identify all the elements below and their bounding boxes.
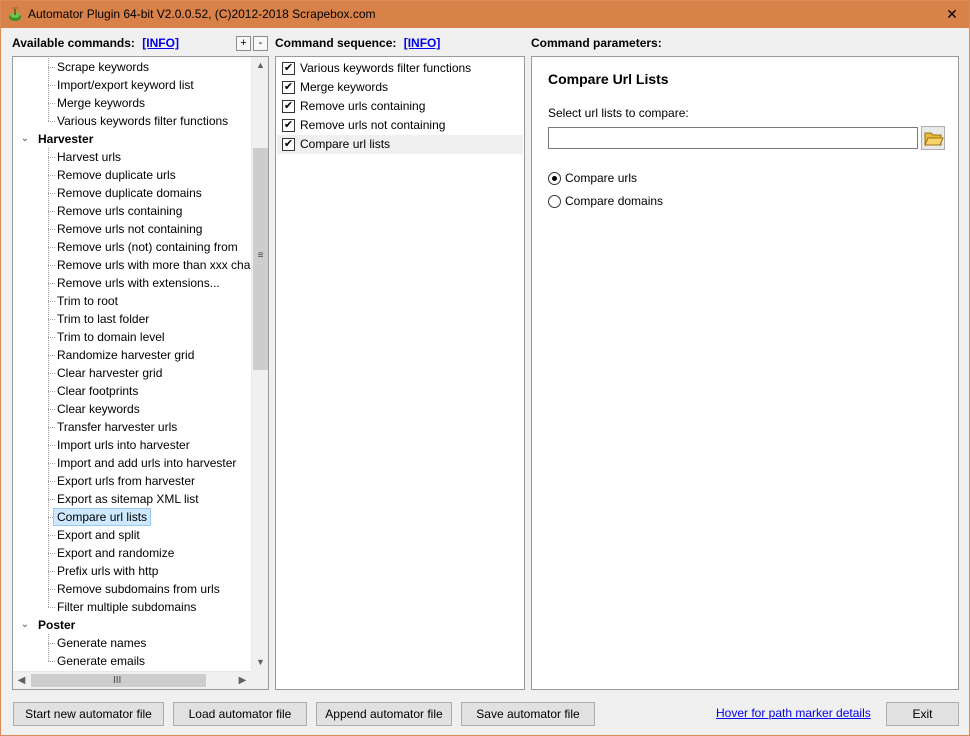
tree-item-label: Randomize harvester grid bbox=[57, 348, 195, 362]
sequence-item[interactable]: ✔ Merge keywords bbox=[277, 78, 523, 97]
tree-item-label: Remove duplicate domains bbox=[57, 186, 202, 200]
tree-item-label: Compare url lists bbox=[53, 508, 152, 526]
url-lists-path-input[interactable] bbox=[548, 127, 918, 149]
tree-item-label: Import urls into harvester bbox=[57, 438, 190, 452]
command-parameters-header: Command parameters: bbox=[531, 36, 662, 50]
start-new-automator-button[interactable]: Start new automator file bbox=[13, 702, 164, 726]
command-parameters-panel: Compare Url Lists Select url lists to co… bbox=[531, 56, 959, 690]
automator-window: Automator Plugin 64-bit V2.0.0.52, (C)20… bbox=[0, 0, 970, 736]
sequence-item-label: Remove urls containing bbox=[300, 99, 426, 113]
sequence-item-checkbox[interactable]: ✔ bbox=[282, 81, 295, 94]
tree-item-label: Export as sitemap XML list bbox=[57, 492, 199, 506]
sequence-item[interactable]: ✔ Remove urls not containing bbox=[277, 116, 523, 135]
tree-item-label: Clear harvester grid bbox=[57, 366, 163, 380]
sequence-item-label: Compare url lists bbox=[300, 137, 391, 151]
tree-item-label: Various keywords filter functions bbox=[57, 114, 229, 128]
tree-item-label: Trim to domain level bbox=[57, 330, 165, 344]
open-folder-icon bbox=[924, 132, 944, 146]
command-sequence-list[interactable]: ✔ Various keywords filter functions ✔ Merge… bbox=[275, 56, 525, 690]
title-bar: Automator Plugin 64-bit V2.0.0.52, (C)20… bbox=[1, 1, 969, 28]
tree-horizontal-scrollbar[interactable]: ◀ III ▶ bbox=[13, 671, 251, 689]
tree-item-label: Import/export keyword list bbox=[57, 78, 194, 92]
tree-item-label: Prefix urls with http bbox=[57, 564, 159, 578]
command-sequence-header: Command sequence: [INFO] bbox=[275, 36, 440, 50]
available-commands-label: Available commands: bbox=[12, 36, 135, 50]
command-sequence-info-link[interactable]: [INFO] bbox=[404, 36, 441, 50]
sequence-item-checkbox[interactable]: ✔ bbox=[282, 62, 295, 75]
tree-item-label: Trim to root bbox=[57, 294, 118, 308]
tree-connector-line bbox=[48, 634, 49, 661]
sequence-item-checkbox[interactable]: ✔ bbox=[282, 119, 295, 132]
scrollbar-corner bbox=[251, 671, 268, 689]
close-icon: ✕ bbox=[946, 5, 958, 22]
tree-item-label: Filter multiple subdomains bbox=[57, 600, 197, 614]
scroll-left-icon[interactable]: ◀ bbox=[13, 672, 30, 689]
sequence-item[interactable]: ✔ Remove urls containing bbox=[277, 97, 523, 116]
scrapebox-shovel-icon bbox=[9, 7, 21, 21]
tree-item-label: Remove duplicate urls bbox=[57, 168, 176, 182]
tree-item-label: Harvester bbox=[38, 132, 94, 146]
tree-group[interactable]: ⌄ Harvester bbox=[13, 130, 251, 148]
parameters-title: Compare Url Lists bbox=[548, 71, 669, 87]
sequence-item-label: Various keywords filter functions bbox=[300, 61, 472, 75]
radio-dot-icon bbox=[548, 195, 561, 208]
tree-item-label: Export and randomize bbox=[57, 546, 175, 560]
select-url-lists-label: Select url lists to compare: bbox=[548, 106, 689, 120]
tree-item-label: Clear footprints bbox=[57, 384, 139, 398]
sequence-item[interactable]: ✔ Compare url lists bbox=[277, 135, 523, 154]
collapse-all-button[interactable]: - bbox=[253, 36, 268, 51]
tree-item-label: Generate names bbox=[57, 636, 147, 650]
tree-connector-line bbox=[48, 58, 49, 121]
radio-dot-icon bbox=[548, 172, 561, 185]
expand-chevron-icon[interactable]: ⌄ bbox=[19, 130, 31, 148]
tree-item-label: Remove subdomains from urls bbox=[57, 582, 220, 596]
sequence-item-label: Remove urls not containing bbox=[300, 118, 446, 132]
tree-item-label: Transfer harvester urls bbox=[57, 420, 178, 434]
tree-item-label: Export urls from harvester bbox=[57, 474, 196, 488]
scroll-up-icon[interactable]: ▲ bbox=[252, 57, 268, 74]
tree-item-label: Harvest urls bbox=[57, 150, 122, 164]
sequence-item[interactable]: ✔ Various keywords filter functions bbox=[277, 59, 523, 78]
available-commands-header: Available commands: [INFO] bbox=[12, 36, 179, 50]
tree-item-label: Remove urls with extensions... bbox=[57, 276, 220, 290]
hscroll-grip-icon: III bbox=[113, 675, 122, 686]
command-sequence-label: Command sequence: bbox=[275, 36, 397, 50]
scroll-right-icon[interactable]: ▶ bbox=[234, 672, 251, 689]
path-marker-details-link[interactable]: Hover for path marker details bbox=[716, 706, 871, 720]
tree-item-label: Remove urls with more than xxx cha bbox=[57, 258, 251, 272]
tree-item-label: Remove urls containing bbox=[57, 204, 183, 218]
available-commands-tree[interactable]: Scrape keywords Import/export keyword lis… bbox=[12, 56, 269, 690]
tree-vertical-scrollbar[interactable]: ▲ ≡ ▼ bbox=[251, 57, 268, 671]
available-commands-info-link[interactable]: [INFO] bbox=[142, 36, 179, 50]
tree-item-label: Clear keywords bbox=[57, 402, 140, 416]
append-automator-button[interactable]: Append automator file bbox=[316, 702, 452, 726]
tree-item-label: Generate emails bbox=[57, 654, 146, 668]
expand-all-button[interactable]: + bbox=[236, 36, 251, 51]
tree-item-label: Merge keywords bbox=[57, 96, 146, 110]
tree-group[interactable]: ⌄ Poster bbox=[13, 616, 251, 634]
tree-connector-line bbox=[48, 148, 49, 607]
tree-item-label: Trim to last folder bbox=[57, 312, 150, 326]
tree-item-label: Scrape keywords bbox=[57, 60, 150, 74]
close-window-button[interactable]: ✕ bbox=[935, 1, 969, 27]
scroll-grip-icon: ≡ bbox=[257, 250, 264, 261]
tree-item-label: Remove urls (not) containing from bbox=[57, 240, 238, 254]
compare-urls-label: Compare urls bbox=[565, 171, 638, 185]
sequence-item-checkbox[interactable]: ✔ bbox=[282, 100, 295, 113]
tree-item-label: Poster bbox=[38, 618, 76, 632]
scroll-down-icon[interactable]: ▼ bbox=[252, 654, 268, 671]
sequence-item-label: Merge keywords bbox=[300, 80, 389, 94]
compare-domains-label: Compare domains bbox=[565, 194, 664, 208]
window-title: Automator Plugin 64-bit V2.0.0.52, (C)20… bbox=[28, 7, 376, 21]
load-automator-button[interactable]: Load automator file bbox=[173, 702, 307, 726]
tree-item-label: Import and add urls into harvester bbox=[57, 456, 237, 470]
exit-button[interactable]: Exit bbox=[886, 702, 959, 726]
sequence-item-checkbox[interactable]: ✔ bbox=[282, 138, 295, 151]
command-tree-list: Scrape keywords Import/export keyword lis… bbox=[13, 58, 251, 670]
tree-item-label: Remove urls not containing bbox=[57, 222, 203, 236]
tree-item-label: Export and split bbox=[57, 528, 140, 542]
browse-folder-button[interactable] bbox=[921, 126, 945, 150]
save-automator-button[interactable]: Save automator file bbox=[461, 702, 595, 726]
expand-chevron-icon[interactable]: ⌄ bbox=[19, 616, 31, 634]
